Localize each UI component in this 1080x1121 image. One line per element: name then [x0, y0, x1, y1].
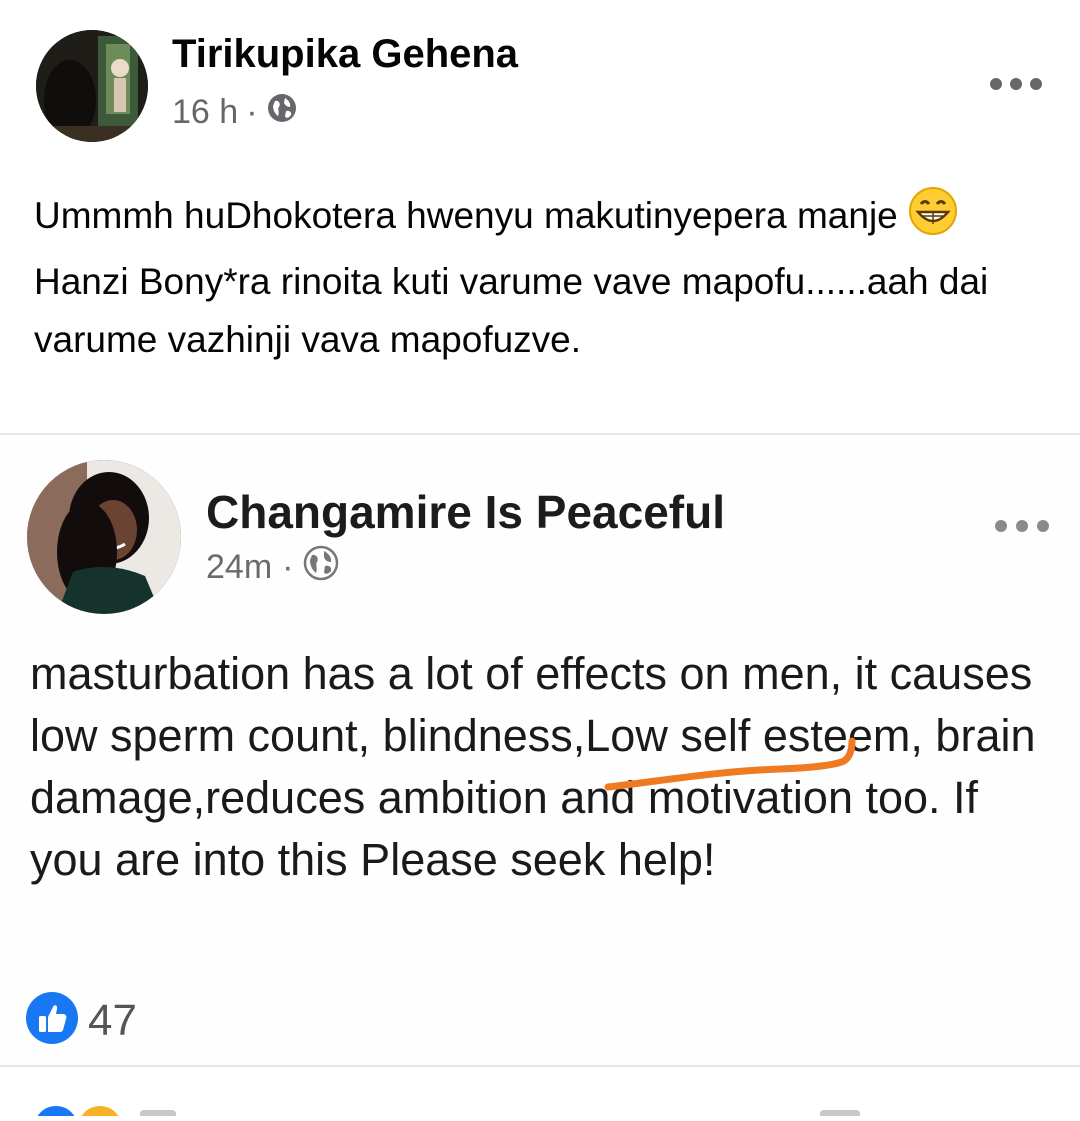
bottom-reactions-peek — [0, 1066, 1080, 1121]
post-meta: 16 h · — [172, 92, 298, 133]
post-time[interactable]: 16 h — [172, 93, 238, 132]
more-dots-icon — [995, 520, 1049, 532]
author-avatar[interactable] — [36, 30, 148, 142]
meta-separator: · — [246, 93, 258, 131]
shared-more-options-button[interactable] — [992, 511, 1052, 541]
shared-meta-separator: · — [282, 548, 294, 586]
shared-post-card[interactable]: Changamire Is Peaceful 24m · masturbatio… — [0, 433, 1080, 1067]
grinning-face-emoji — [908, 186, 958, 253]
post-text-part-1: Ummmh huDhokotera hwenyu makutinyepera m… — [34, 195, 909, 236]
more-dots-icon — [990, 78, 1042, 90]
like-icon — [35, 1106, 77, 1121]
shared-post-time[interactable]: 24m — [206, 548, 272, 587]
globe-icon[interactable] — [303, 545, 339, 590]
globe-icon[interactable] — [266, 92, 298, 133]
like-count: 47 — [88, 995, 137, 1045]
haha-icon — [79, 1106, 121, 1121]
reactions-summary[interactable]: 47 — [24, 990, 137, 1051]
post-text-part-2: Hanzi Bony*ra rinoita kuti varume vave m… — [34, 261, 989, 360]
post-text: Ummmh huDhokotera hwenyu makutinyepera m… — [34, 186, 1044, 369]
shared-post-text: masturbation has a lot of effects on men… — [30, 648, 1036, 885]
shared-author-name[interactable]: Changamire Is Peaceful — [206, 485, 725, 539]
like-icon — [24, 990, 80, 1051]
more-options-button[interactable] — [988, 66, 1044, 102]
post-header: Tirikupika Gehena 16 h · — [0, 0, 1080, 160]
author-name[interactable]: Tirikupika Gehena — [172, 32, 518, 77]
shared-author-avatar[interactable] — [27, 460, 181, 614]
shared-post-meta: 24m · — [206, 545, 339, 590]
